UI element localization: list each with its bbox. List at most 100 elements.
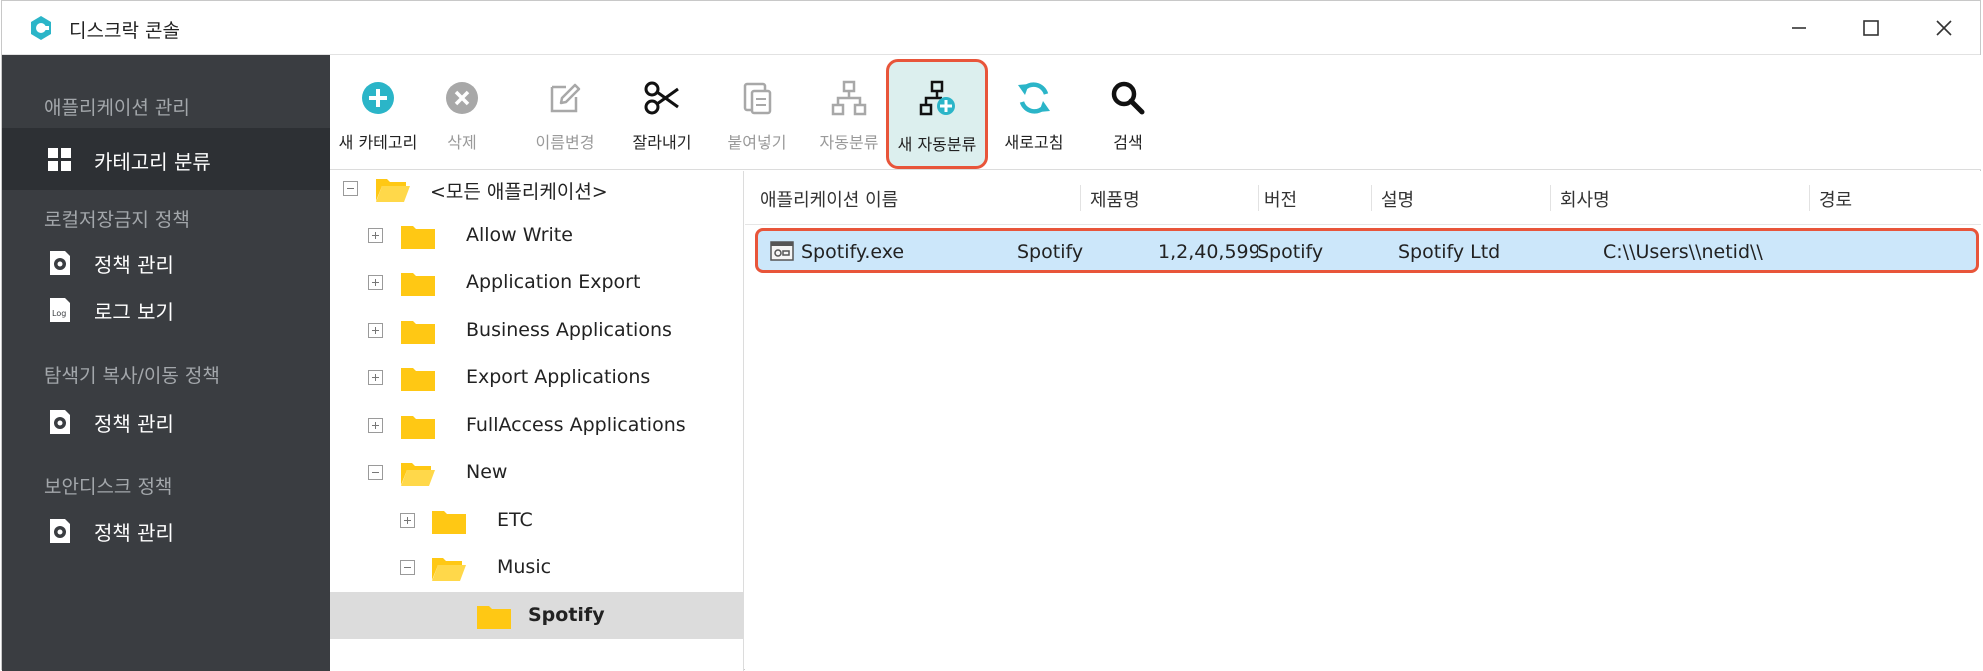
title-bar: 디스크락 콘솔	[2, 1, 1980, 55]
plus-circle-icon	[362, 82, 394, 114]
folder-icon	[401, 368, 435, 391]
sidebar-item-category[interactable]: 카테고리 분류	[2, 128, 330, 190]
cell-company: Spotify Ltd	[1398, 241, 1501, 263]
table-row[interactable]: Spotify.exe Spotify 1,2,40,599 Spotify S…	[755, 228, 1979, 273]
auto-classify-button[interactable]: 자동분류	[809, 65, 889, 161]
tree-node[interactable]: Allow Write	[330, 212, 743, 259]
tree-node-label: Spotify	[528, 604, 605, 626]
toolbar-label: 붙여넣기	[727, 133, 787, 152]
tree-node[interactable]: Application Export	[330, 259, 743, 306]
expand-icon[interactable]	[368, 370, 383, 385]
category-tree: <모든 애플리케이션> Allow Write Application Expo…	[330, 171, 744, 671]
expand-icon[interactable]	[368, 275, 383, 290]
log-icon: Log	[50, 298, 70, 322]
delete-button[interactable]: 삭제	[432, 65, 492, 161]
new-category-button[interactable]: 새 카테고리	[336, 65, 420, 161]
folder-open-icon	[432, 558, 466, 581]
expand-icon[interactable]	[368, 418, 383, 433]
list-header: 애플리케이션 이름 제품명 버전 설명 회사명 경로	[745, 171, 1981, 225]
folder-icon	[401, 321, 435, 344]
tree-node-label: Business Applications	[466, 319, 672, 341]
expand-icon[interactable]	[368, 228, 383, 243]
tree-node[interactable]: Business Applications	[330, 307, 743, 354]
executable-icon	[770, 241, 794, 261]
app-logo-icon	[31, 16, 51, 40]
collapse-icon[interactable]	[400, 560, 415, 575]
toolbar: 새 카테고리 삭제 이름변경 잘라내기 붙여넣기 자동분류 새 자동분류 새로고…	[330, 55, 1981, 170]
tree-node-new[interactable]: New	[330, 449, 743, 496]
refresh-icon	[1018, 82, 1050, 114]
tree-node-all-apps[interactable]: <모든 애플리케이션>	[330, 171, 743, 212]
folder-icon	[401, 226, 435, 249]
folder-icon	[401, 416, 435, 439]
toolbar-label: 삭제	[447, 133, 477, 152]
tree-node-label: New	[466, 461, 508, 483]
scissors-icon	[644, 81, 679, 115]
toolbar-label: 새 카테고리	[338, 133, 418, 152]
column-header-name[interactable]: 애플리케이션 이름	[760, 186, 898, 212]
tree-node-label: Application Export	[466, 271, 641, 293]
tree-node-spotify[interactable]: Spotify	[330, 592, 743, 639]
expand-icon[interactable]	[400, 513, 415, 528]
folder-open-icon	[376, 179, 410, 202]
column-header-path[interactable]: 경로	[1819, 186, 1852, 212]
tree-node-label: Allow Write	[466, 224, 573, 246]
sidebar: 애플리케이션 관리 카테고리 분류 로컬저장금지 정책 정책 관리 Log 로그…	[2, 55, 330, 671]
edit-icon	[550, 83, 581, 113]
x-circle-icon	[446, 82, 478, 114]
paste-icon	[743, 82, 772, 115]
cell-product: Spotify	[1017, 241, 1084, 263]
toolbar-label: 잘라내기	[632, 133, 692, 152]
maximize-icon[interactable]	[1854, 11, 1888, 45]
cell-version: 1,2,40,599	[1158, 241, 1258, 263]
sidebar-item-label: 카테고리 분류	[94, 150, 211, 174]
sidebar-item-label: 로그 보기	[94, 300, 174, 324]
paste-button[interactable]: 붙여넣기	[716, 65, 798, 161]
column-header-product[interactable]: 제품명	[1090, 186, 1140, 212]
sidebar-item-secure-policy[interactable]: 정책 관리	[2, 499, 330, 561]
grid-icon	[48, 148, 71, 171]
column-separator[interactable]	[1809, 185, 1810, 211]
cut-button[interactable]: 잘라내기	[622, 65, 702, 161]
tree-node-music[interactable]: Music	[330, 544, 743, 591]
column-separator[interactable]	[1258, 185, 1259, 211]
sidebar-item-label: 정책 관리	[94, 521, 174, 545]
tree-node[interactable]: FullAccess Applications	[330, 402, 743, 449]
folder-open-icon	[401, 463, 435, 486]
rename-button[interactable]: 이름변경	[524, 65, 606, 161]
window-title: 디스크락 콘솔	[69, 20, 180, 42]
column-separator[interactable]	[1371, 185, 1372, 211]
tree-node[interactable]: ETC	[330, 497, 743, 544]
folder-icon	[477, 606, 511, 629]
tree-node[interactable]: Export Applications	[330, 354, 743, 401]
sidebar-section-local-storage: 로컬저장금지 정책	[44, 209, 190, 231]
minimize-icon[interactable]	[1782, 11, 1816, 45]
collapse-icon[interactable]	[343, 181, 358, 196]
sidebar-item-log-view[interactable]: Log 로그 보기	[2, 278, 330, 340]
column-header-company[interactable]: 회사명	[1560, 186, 1610, 212]
tree-node-label: ETC	[497, 509, 533, 531]
application-list: 애플리케이션 이름 제품명 버전 설명 회사명 경로 Spotify.exe S…	[745, 171, 1981, 671]
log-icon-text: Log	[52, 309, 66, 318]
column-separator[interactable]	[1550, 185, 1551, 211]
app-window: 디스크락 콘솔 애플리케이션 관리 카테고리 분류 로컬저장금지 정책 정책 관…	[1, 0, 1981, 671]
folder-icon	[432, 511, 466, 534]
toolbar-label: 검색	[1113, 133, 1143, 152]
hierarchy-add-icon	[919, 80, 955, 116]
gear-doc-icon	[50, 519, 70, 543]
expand-icon[interactable]	[368, 323, 383, 338]
close-icon[interactable]	[1927, 11, 1961, 45]
toolbar-label: 이름변경	[535, 133, 595, 152]
column-header-version[interactable]: 버전	[1264, 186, 1297, 212]
gear-doc-icon	[50, 410, 70, 434]
column-header-description[interactable]: 설명	[1381, 186, 1414, 212]
tree-node-label: <모든 애플리케이션>	[430, 181, 608, 203]
new-auto-classify-button[interactable]: 새 자동분류	[886, 59, 988, 169]
refresh-button[interactable]: 새로고침	[995, 65, 1073, 161]
tree-node-label: Export Applications	[466, 366, 651, 388]
sidebar-item-explorer-policy[interactable]: 정책 관리	[2, 390, 330, 452]
tree-node-label: Music	[497, 556, 552, 578]
collapse-icon[interactable]	[368, 465, 383, 480]
search-button[interactable]: 검색	[1098, 65, 1158, 161]
column-separator[interactable]	[1080, 185, 1081, 211]
